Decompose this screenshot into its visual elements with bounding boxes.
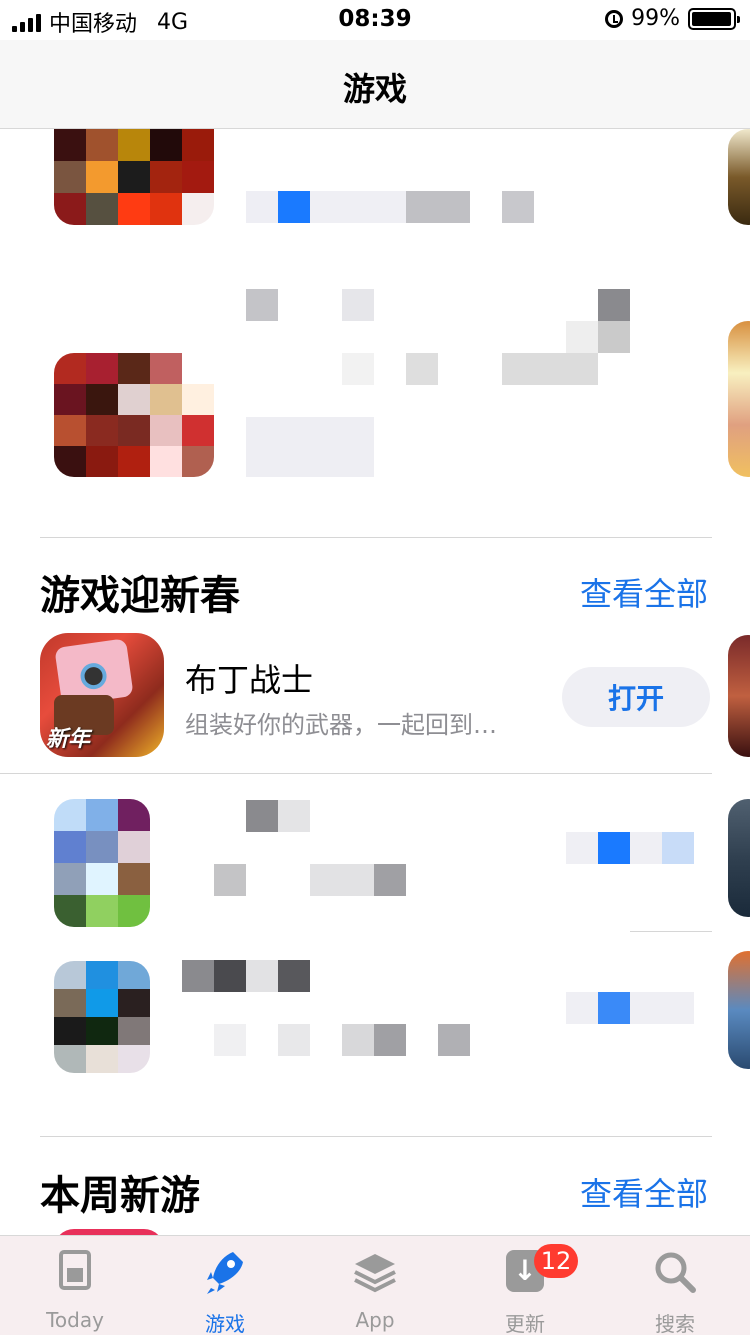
section-title: 游戏迎新春 [40, 573, 240, 619]
app-icon-peek[interactable] [728, 799, 750, 917]
blurred-text [246, 191, 278, 223]
tab-label: 游戏 [205, 1312, 245, 1336]
blurred-text [342, 1024, 374, 1056]
app-icon-blurred[interactable] [54, 129, 214, 225]
row-divider [630, 931, 712, 932]
tab-bar: Today 游戏 App 12 更新 搜索 [0, 1235, 750, 1336]
blurred-text [278, 191, 310, 223]
blurred-button[interactable] [630, 992, 694, 1024]
blurred-text [374, 864, 406, 896]
section-divider [40, 537, 712, 538]
blurred-text [182, 960, 214, 992]
tab-apps[interactable]: App [300, 1236, 450, 1335]
blurred-text [214, 1024, 246, 1056]
see-all-link[interactable]: 查看全部 [580, 569, 708, 615]
icon-caption: 新年 [46, 727, 91, 752]
app-icon-peek[interactable] [728, 129, 750, 225]
tab-label: App [355, 1308, 395, 1332]
blurred-text [566, 321, 598, 353]
blurred-text [406, 353, 438, 385]
page-title: 游戏 [342, 70, 407, 108]
tab-search[interactable]: 搜索 [600, 1236, 750, 1336]
section-divider [40, 1136, 712, 1137]
tab-label: 搜索 [655, 1312, 695, 1336]
battery-icon [688, 7, 740, 30]
blurred-text [246, 800, 278, 832]
blurred-button[interactable] [598, 992, 630, 1024]
blurred-text [438, 1024, 470, 1056]
tab-today[interactable]: Today [0, 1236, 150, 1335]
app-icon-peek[interactable] [728, 321, 750, 477]
blurred-text [406, 191, 470, 223]
open-button[interactable]: 打开 [562, 667, 710, 727]
blurred-text [278, 960, 310, 992]
blurred-text [342, 353, 374, 385]
section-title: 本周新游 [40, 1173, 200, 1219]
app-icon-blurred[interactable] [54, 353, 214, 477]
blurred-text [310, 191, 406, 223]
see-all-link[interactable]: 查看全部 [580, 1169, 708, 1215]
blurred-button[interactable] [598, 832, 630, 864]
tab-updates[interactable]: 12 更新 [450, 1236, 600, 1336]
blurred-text [502, 353, 598, 385]
status-bar: 中国移动 4G 08:39 99% [0, 0, 750, 40]
blurred-text [278, 800, 310, 832]
search-icon [655, 1252, 696, 1293]
tab-games[interactable]: 游戏 [150, 1236, 300, 1336]
blurred-text [214, 960, 246, 992]
game-robot-icon[interactable]: 新年 [40, 633, 164, 757]
navigation-bar: 游戏 [0, 40, 750, 129]
app-icon-blurred[interactable] [54, 961, 150, 1073]
blurred-text [246, 960, 278, 992]
tab-label: 更新 [505, 1312, 545, 1336]
app-name[interactable]: 布丁战士 [185, 655, 313, 701]
status-right: 99% [605, 6, 740, 31]
blurred-text [278, 1024, 310, 1056]
app-icon-peek[interactable] [728, 951, 750, 1069]
app-icon-peek[interactable] [728, 635, 750, 757]
blurred-text [598, 321, 630, 353]
row-divider [0, 773, 712, 774]
today-icon [59, 1250, 91, 1290]
blurred-button[interactable] [630, 832, 662, 864]
app-subtitle: 组装好你的武器，一起回到… [185, 711, 497, 739]
alarm-icon [605, 9, 624, 28]
layers-icon [354, 1254, 396, 1293]
rocket-icon [207, 1252, 243, 1294]
blurred-button[interactable] [662, 832, 694, 864]
blurred-button[interactable] [246, 417, 374, 477]
blurred-text [310, 864, 374, 896]
blurred-text [502, 191, 534, 223]
app-icon-blurred[interactable] [54, 799, 150, 927]
blurred-text [342, 289, 374, 321]
blurred-text [246, 289, 278, 321]
blurred-text [374, 1024, 406, 1056]
blurred-text [598, 289, 630, 321]
blurred-text [214, 864, 246, 896]
update-count-badge: 12 [534, 1244, 578, 1278]
blurred-button[interactable] [566, 992, 598, 1024]
content-scroll[interactable]: 游戏迎新春 查看全部 新年 布丁战士 组装好你的武器，一起回到… 打开 本周新游… [0, 129, 750, 1235]
blurred-button[interactable] [566, 832, 598, 864]
battery-percent: 99% [631, 6, 680, 31]
tab-label: Today [46, 1308, 104, 1332]
